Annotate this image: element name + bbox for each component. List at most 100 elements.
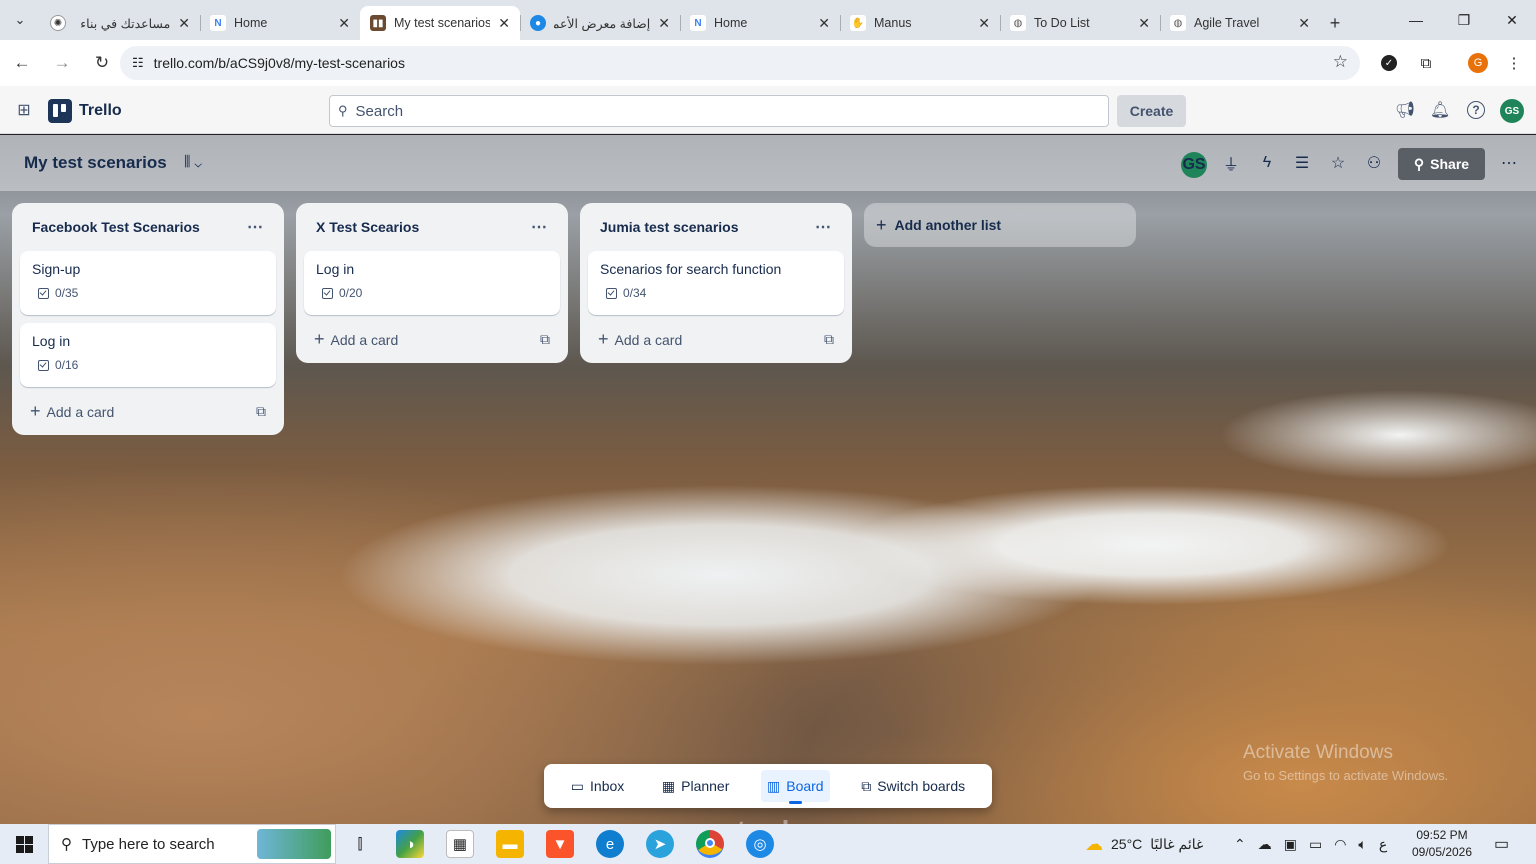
globe-icon: ◍ xyxy=(1010,15,1026,31)
extensions-puzzle-icon[interactable]: ⧉ xyxy=(1411,48,1441,78)
add-card-button[interactable]: + Add a card ⧉ xyxy=(588,323,844,355)
close-tab-icon[interactable]: ✕ xyxy=(658,15,670,32)
switch-boards-button[interactable]: ⧉ Switch boards xyxy=(855,770,971,802)
browser-tab[interactable]: ◍ To Do List ✕ xyxy=(1000,6,1160,40)
taskbar-search[interactable]: ⚲ Type here to search xyxy=(48,824,336,864)
window-controls: — ❐ ✕ xyxy=(1392,0,1536,40)
power-ups-icon[interactable]: ⏚ xyxy=(1219,151,1243,175)
list-title[interactable]: Jumia test scenarios xyxy=(600,219,739,235)
browser-tab[interactable]: ✋ Manus ✕ xyxy=(840,6,1000,40)
meet-icon[interactable]: ▣ xyxy=(1284,836,1297,853)
search-input[interactable] xyxy=(355,102,1056,120)
new-tab-button[interactable]: + xyxy=(1320,6,1350,40)
close-window-icon[interactable]: ✕ xyxy=(1488,0,1536,40)
board-menu-icon[interactable]: ⋯ xyxy=(1497,151,1521,175)
inbox-nav-button[interactable]: ▭ Inbox xyxy=(565,770,630,802)
tab-search-chevron-icon[interactable]: ⌄ xyxy=(0,0,40,40)
list-header[interactable]: Jumia test scenarios ⋯ xyxy=(588,211,844,243)
address-bar[interactable]: ☷ trello.com/b/aCS9j0v8/my-test-scenario… xyxy=(120,46,1360,80)
add-card-button[interactable]: + Add a card ⧉ xyxy=(304,323,560,355)
app-icon[interactable]: ◎ xyxy=(746,830,774,858)
megaphone-icon[interactable]: 📢︎ xyxy=(1393,98,1417,122)
start-button[interactable] xyxy=(0,824,48,864)
create-from-template-icon[interactable]: ⧉ xyxy=(540,331,550,348)
task-view-icon[interactable]: ⫿ xyxy=(346,830,374,858)
telegram-icon[interactable]: ➤ xyxy=(646,830,674,858)
copilot-icon[interactable]: ◑ xyxy=(396,830,424,858)
file-explorer-icon[interactable]: ▬ xyxy=(496,830,524,858)
close-tab-icon[interactable]: ✕ xyxy=(978,15,990,32)
search-box[interactable]: ⚲ xyxy=(329,95,1109,127)
star-board-icon[interactable]: ☆ xyxy=(1326,151,1350,175)
browser-tab[interactable]: N Home ✕ xyxy=(200,6,360,40)
battery-icon[interactable]: ▭ xyxy=(1309,836,1322,853)
volume-icon[interactable]: 🔈︎ xyxy=(1358,836,1366,853)
notifications-bell-icon[interactable]: 🔔︎ xyxy=(1428,98,1452,122)
automation-bolt-icon[interactable]: ϟ xyxy=(1255,151,1279,175)
browser-menu-icon[interactable]: ⋮ xyxy=(1499,48,1529,78)
share-button[interactable]: ⚲ Share xyxy=(1398,148,1485,180)
browser-tab[interactable]: ✺ مساعدتك في بناء ✕ xyxy=(40,6,200,40)
board-nav-button[interactable]: ▥ Board xyxy=(761,770,830,804)
show-hidden-icons-icon[interactable]: ⌃ xyxy=(1234,836,1246,853)
list-menu-icon[interactable]: ⋯ xyxy=(815,217,832,237)
back-icon[interactable]: ← xyxy=(4,45,40,81)
close-tab-icon[interactable]: ✕ xyxy=(1298,15,1310,32)
forward-icon[interactable]: → xyxy=(44,45,80,81)
member-avatar[interactable]: GS xyxy=(1181,152,1207,178)
card[interactable]: Scenarios for search function 0/34 xyxy=(588,251,844,315)
profile-avatar[interactable]: G xyxy=(1463,48,1493,78)
close-tab-icon[interactable]: ✕ xyxy=(818,15,830,32)
edge-icon[interactable]: e xyxy=(596,830,624,858)
board-views-icon[interactable]: ⫼ ⌄ xyxy=(184,153,202,170)
list-menu-icon[interactable]: ⋯ xyxy=(531,217,548,237)
weather-widget[interactable]: ☁ 25°C غائم غالبًا xyxy=(1085,824,1203,864)
browser-tab[interactable]: ● إضافة معرض الأعمال ✕ xyxy=(520,6,680,40)
checklist-badge: 0/20 xyxy=(316,286,548,300)
user-avatar[interactable]: GS xyxy=(1500,99,1524,123)
input-language[interactable]: ع xyxy=(1379,836,1387,853)
checklist-count: 0/34 xyxy=(623,286,647,300)
help-icon[interactable]: ? xyxy=(1464,98,1488,122)
list-header[interactable]: X Test Scearios ⋯ xyxy=(304,211,560,243)
bookmark-star-icon[interactable]: ☆ xyxy=(1333,52,1348,72)
add-list-button[interactable]: + Add another list xyxy=(864,203,1136,247)
planner-nav-button[interactable]: ▦ Planner xyxy=(656,770,736,802)
add-card-button[interactable]: + Add a card ⧉ xyxy=(20,395,276,427)
card[interactable]: Sign-up 0/35 xyxy=(20,251,276,315)
close-tab-icon[interactable]: ✕ xyxy=(338,15,350,32)
board-title[interactable]: My test scenarios xyxy=(24,153,167,173)
maximize-icon[interactable]: ❐ xyxy=(1440,0,1488,40)
onedrive-icon[interactable]: ☁ xyxy=(1258,836,1272,853)
close-tab-icon[interactable]: ✕ xyxy=(498,15,510,32)
app-switcher-icon[interactable]: ⊞ xyxy=(14,100,34,120)
list: Jumia test scenarios ⋯ Scenarios for sea… xyxy=(580,203,852,363)
store-icon[interactable]: ▦ xyxy=(446,830,474,858)
chrome-icon[interactable] xyxy=(696,830,724,858)
minimize-icon[interactable]: — xyxy=(1392,0,1440,40)
brave-icon[interactable]: ▼ xyxy=(546,830,574,858)
trello-logo[interactable]: Trello xyxy=(48,99,122,123)
create-button[interactable]: Create xyxy=(1117,95,1186,127)
list-title[interactable]: X Test Scearios xyxy=(316,219,419,235)
card[interactable]: Log in 0/20 xyxy=(304,251,560,315)
close-tab-icon[interactable]: ✕ xyxy=(178,15,190,32)
wifi-icon[interactable]: ◠ xyxy=(1334,836,1346,853)
browser-tab[interactable]: ◍ Agile Travel ✕ xyxy=(1160,6,1320,40)
taskbar-clock[interactable]: 09:52 PM 09/05/2026 xyxy=(1410,827,1474,861)
reload-icon[interactable]: ↻ xyxy=(84,45,120,81)
browser-tab-active[interactable]: ▮▮ My test scenarios ✕ xyxy=(360,6,520,40)
extension-check-icon[interactable]: ✓ xyxy=(1374,48,1404,78)
card[interactable]: Log in 0/16 xyxy=(20,323,276,387)
filter-icon[interactable]: ☰ xyxy=(1290,151,1314,175)
site-info-icon[interactable]: ☷ xyxy=(132,55,144,71)
browser-tab[interactable]: N Home ✕ xyxy=(680,6,840,40)
create-from-template-icon[interactable]: ⧉ xyxy=(256,403,266,420)
notifications-icon[interactable]: ▭ xyxy=(1494,824,1509,864)
list-menu-icon[interactable]: ⋯ xyxy=(247,217,264,237)
close-tab-icon[interactable]: ✕ xyxy=(1138,15,1150,32)
list-title[interactable]: Facebook Test Scenarios xyxy=(32,219,200,235)
visibility-members-icon[interactable]: ⚇ xyxy=(1362,151,1386,175)
create-from-template-icon[interactable]: ⧉ xyxy=(824,331,834,348)
list-header[interactable]: Facebook Test Scenarios ⋯ xyxy=(20,211,276,243)
